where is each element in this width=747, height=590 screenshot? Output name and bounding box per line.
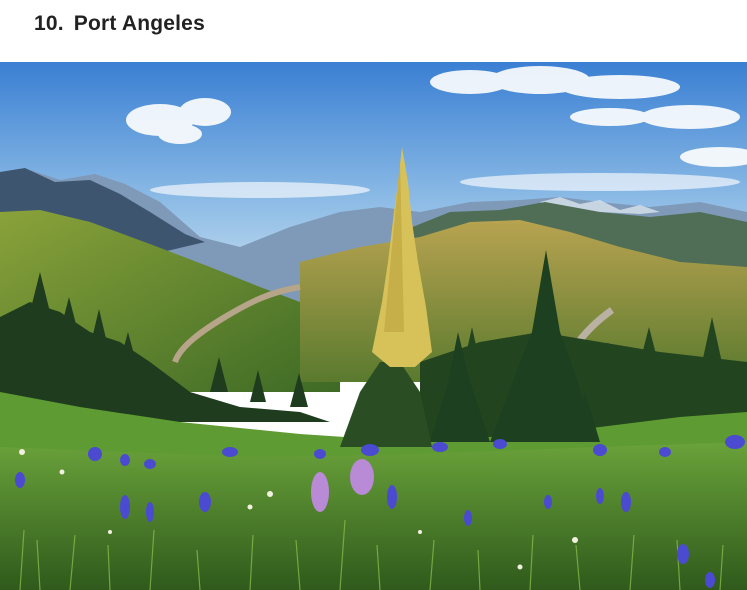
foreground-meadow (0, 442, 747, 590)
landscape-photo (0, 62, 747, 590)
article-title: 10. Port Angeles (34, 12, 205, 36)
place-name: Port Angeles (73, 12, 205, 35)
landscape-illustration (0, 62, 747, 590)
list-number: 10. (34, 12, 64, 35)
article-header: 10. Port Angeles (0, 0, 747, 62)
